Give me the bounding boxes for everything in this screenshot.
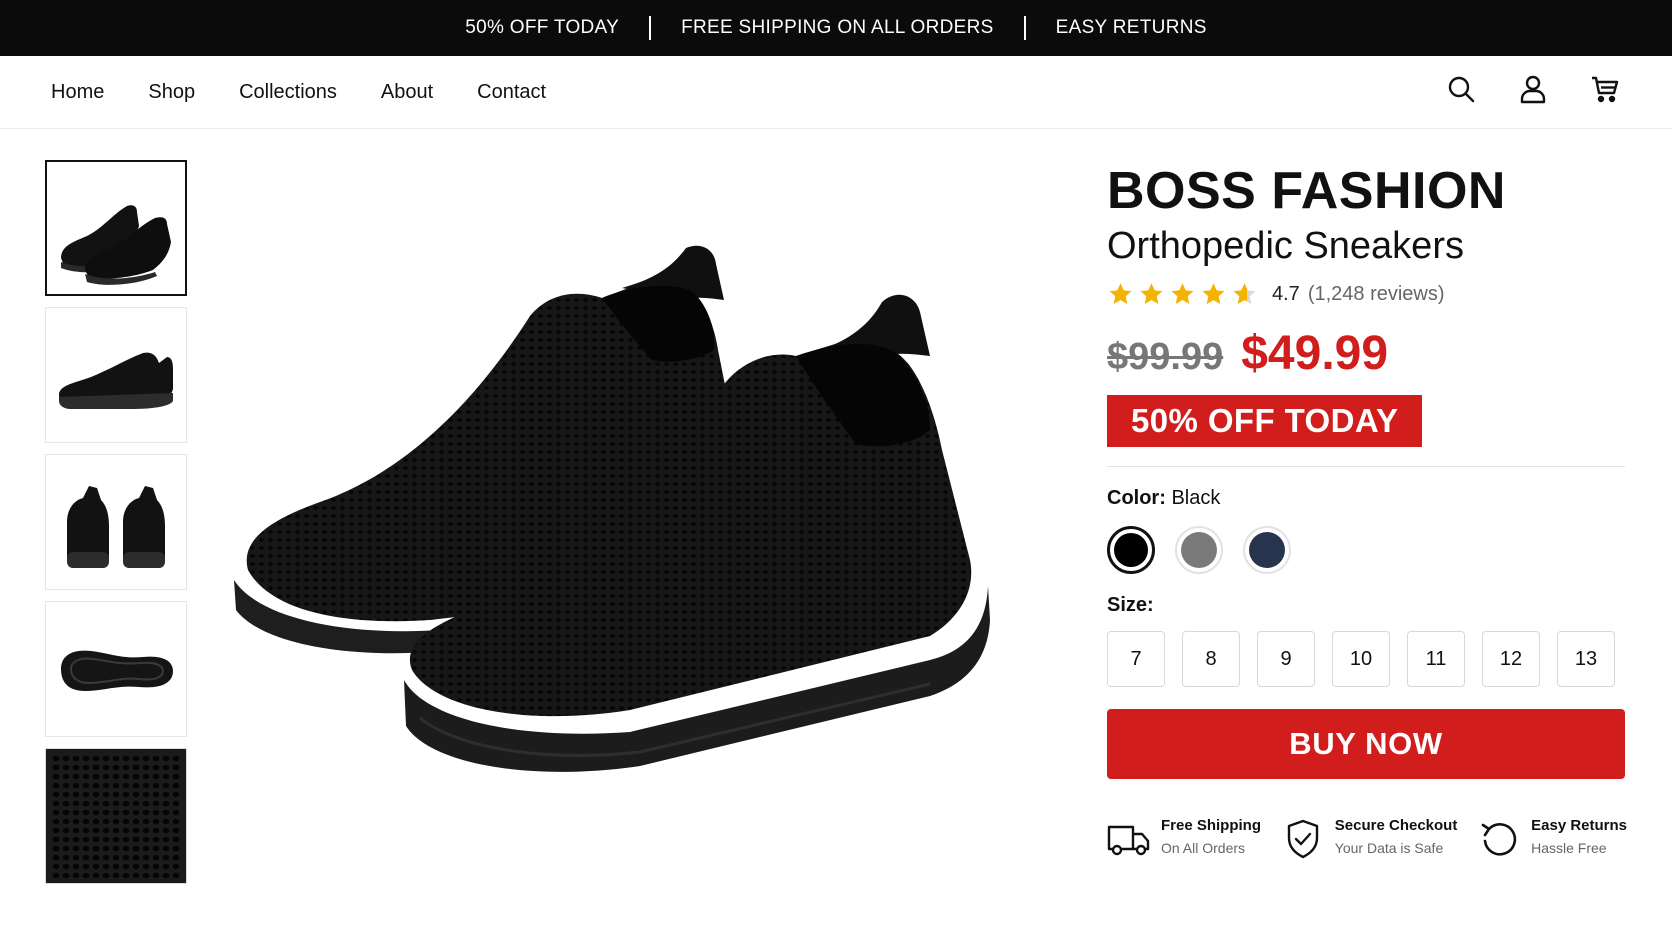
feature-list: Free Shipping On All Orders Secure Check… xyxy=(1107,817,1627,859)
color-swatch-navy[interactable] xyxy=(1243,526,1291,574)
review-count[interactable]: (1,248 reviews) xyxy=(1308,283,1445,306)
thumbnail-knit-detail[interactable] xyxy=(45,748,187,884)
original-price: $99.99 xyxy=(1107,336,1224,378)
truck-icon xyxy=(1107,825,1150,856)
nav-contact[interactable]: Contact xyxy=(477,81,546,104)
color-swatch-gray[interactable] xyxy=(1175,526,1223,574)
size-label: Size: xyxy=(1107,594,1154,616)
size-option-10[interactable]: 10 xyxy=(1332,631,1390,687)
main-product-image xyxy=(234,245,990,772)
shield-check-icon xyxy=(1287,819,1318,859)
price-block: $99.99 $49.99 xyxy=(1107,326,1627,381)
sale-badge: 50% OFF TODAY xyxy=(1107,395,1423,447)
color-swatches xyxy=(1107,526,1627,574)
announcement-bar: 50% OFF TODAY FREE SHIPPING ON ALL ORDER… xyxy=(0,0,1672,56)
return-icon xyxy=(1481,823,1517,856)
thumbnail-gallery xyxy=(45,160,187,895)
buy-now-button[interactable]: BUY NOW xyxy=(1107,709,1625,779)
shoe-pair-thumb-image xyxy=(61,205,171,285)
search-icon[interactable] xyxy=(1446,74,1476,104)
knit-texture-thumb-image xyxy=(51,754,181,878)
size-option-12[interactable]: 12 xyxy=(1482,631,1540,687)
nav-about[interactable]: About xyxy=(381,81,433,104)
thumbnail-sole[interactable] xyxy=(45,601,187,737)
star-icon xyxy=(1109,283,1132,304)
feature-subtitle: Hassle Free xyxy=(1531,840,1607,856)
thumbnail-back[interactable] xyxy=(45,454,187,590)
announcement-shipping: FREE SHIPPING ON ALL ORDERS xyxy=(681,17,994,38)
announcement-returns: EASY RETURNS xyxy=(1055,17,1207,38)
nav-collections[interactable]: Collections xyxy=(239,81,337,104)
thumbnail-pair-angle[interactable] xyxy=(45,160,187,296)
product-info: BOSS FASHION Orthopedic Sneakers 4.7 (1,… xyxy=(1107,165,1627,859)
size-option-13[interactable]: 13 xyxy=(1557,631,1615,687)
shoe-side-thumb-image xyxy=(59,352,173,409)
star-icon xyxy=(1140,283,1163,304)
color-swatch-black[interactable] xyxy=(1107,526,1155,574)
product-name: Orthopedic Sneakers xyxy=(1107,225,1464,267)
header-actions xyxy=(1446,74,1620,104)
star-icon xyxy=(1171,283,1194,304)
nav-shop[interactable]: Shop xyxy=(148,81,195,104)
divider xyxy=(1107,466,1625,467)
announcement-sale: 50% OFF TODAY xyxy=(465,17,620,38)
feature-subtitle: On All Orders xyxy=(1161,840,1246,856)
rating-stars xyxy=(1107,281,1258,308)
feature-free-shipping: Free Shipping On All Orders xyxy=(1107,817,1261,859)
feature-secure-checkout: Secure Checkout Your Data is Safe xyxy=(1281,817,1458,859)
shoe-back-thumb-image xyxy=(67,486,165,568)
product-rating: 4.7 (1,248 reviews) xyxy=(1107,281,1627,308)
main-nav: Home Shop Collections About Contact xyxy=(51,81,590,104)
product-brand: BOSS FASHION xyxy=(1107,162,1506,220)
size-option-9[interactable]: 9 xyxy=(1257,631,1315,687)
size-option-8[interactable]: 8 xyxy=(1182,631,1240,687)
size-options: 7 8 9 10 11 12 13 xyxy=(1107,631,1627,687)
color-value: Black xyxy=(1171,487,1221,509)
thumbnail-side[interactable] xyxy=(45,307,187,443)
feature-title: Easy Returns xyxy=(1531,817,1627,834)
nav-home[interactable]: Home xyxy=(51,81,104,104)
cart-icon[interactable] xyxy=(1590,74,1620,104)
color-label: Color: xyxy=(1107,487,1166,509)
site-header: Home Shop Collections About Contact xyxy=(0,56,1672,129)
star-icon xyxy=(1202,283,1225,304)
color-selector-label: Color: Black xyxy=(1107,487,1627,510)
size-option-11[interactable]: 11 xyxy=(1407,631,1465,687)
feature-title: Secure Checkout xyxy=(1334,817,1458,834)
size-option-7[interactable]: 7 xyxy=(1107,631,1165,687)
rating-value: 4.7 xyxy=(1272,283,1300,305)
user-icon[interactable] xyxy=(1518,74,1548,104)
feature-easy-returns: Easy Returns Hassle Free xyxy=(1477,817,1627,859)
star-half-icon xyxy=(1233,283,1256,304)
feature-title: Free Shipping xyxy=(1161,817,1262,834)
feature-subtitle: Your Data is Safe xyxy=(1334,840,1444,856)
sale-price: $49.99 xyxy=(1241,327,1389,380)
shoe-sole-thumb-image xyxy=(61,650,173,691)
